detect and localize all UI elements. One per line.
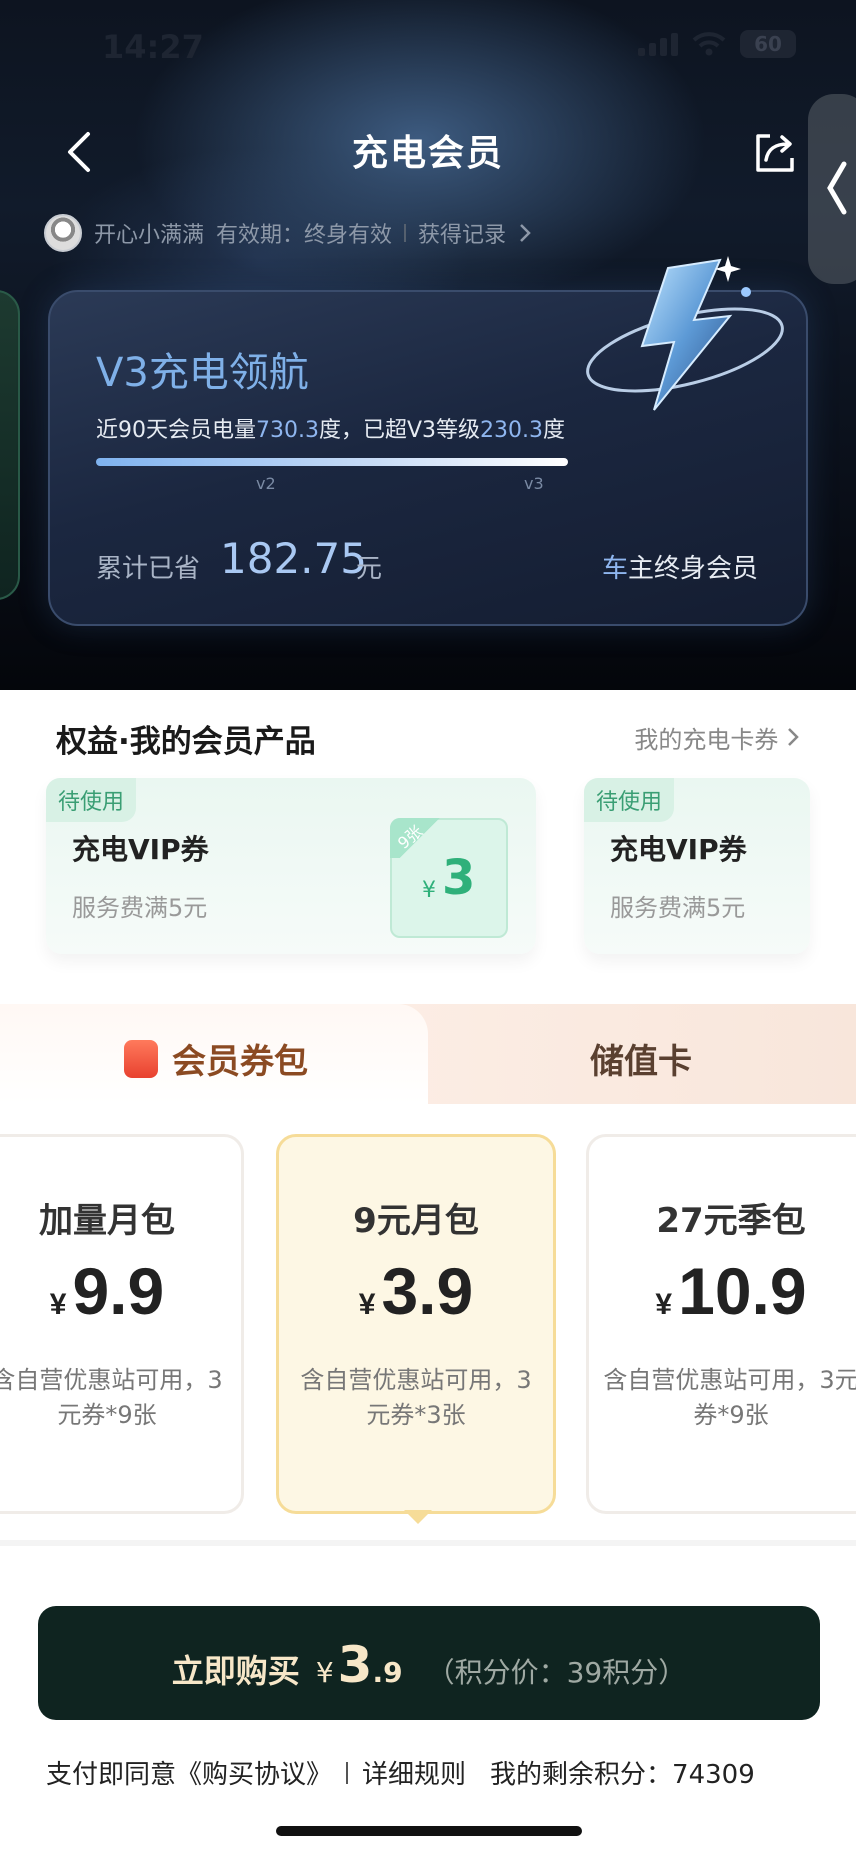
tab-stored-value-card[interactable]: 储值卡 (590, 1034, 692, 1083)
divider (404, 224, 407, 242)
package-price: ¥9.9 (0, 1253, 241, 1329)
buy-price-int: 3 (337, 1636, 373, 1694)
price-value: 3.9 (381, 1254, 474, 1328)
level-desc-suffix: 度 (543, 418, 566, 443)
buy-currency: ¥ (315, 1656, 334, 1689)
lightning-bolt-icon (586, 256, 784, 411)
currency-symbol: ¥ (49, 1288, 67, 1321)
marker-v2: v2 (256, 474, 276, 493)
saved-value: 182.75 (220, 534, 367, 583)
user-info-row: 开心小满满 有效期：终身有效 获得记录 (44, 214, 532, 252)
package-price: ¥3.9 (279, 1253, 553, 1329)
marker-v3: v3 (524, 474, 544, 493)
currency-symbol: ¥ (358, 1288, 376, 1321)
coupon-desc: 服务费满5元 (610, 894, 746, 922)
chevron-right-icon (520, 224, 531, 242)
page-title: 充电会员 (351, 133, 504, 174)
level-title: V3充电领航 (96, 350, 309, 396)
level-desc-prefix: 近90天会员电量 (96, 418, 256, 443)
avatar (44, 214, 82, 252)
coupon-desc: 服务费满5元 (72, 894, 208, 922)
buy-points-text: （积分价：39积分） (426, 1656, 687, 1689)
status-time: 14:27 (102, 28, 204, 66)
membership-prefix: 车 (601, 554, 628, 584)
divider (0, 1540, 856, 1546)
chevron-left-icon (827, 161, 847, 215)
remaining-points: 我的剩余积分：74309 (490, 1760, 755, 1790)
package-desc: 含自营优惠站可用，3元券*9张 (0, 1366, 223, 1429)
exceed-value: 230.3 (480, 418, 544, 443)
coupon-name: 充电VIP券 (610, 833, 747, 866)
tab-label: 会员券包 (172, 1042, 308, 1082)
status-icons: 60 (638, 30, 796, 58)
previous-level-card[interactable] (0, 290, 20, 600)
coupon-currency: ¥ (422, 878, 436, 903)
my-coupons-label: 我的充电卡券 (634, 726, 779, 754)
package-price: ¥10.9 (589, 1253, 856, 1329)
chevron-right-icon (788, 728, 799, 746)
package-card-selected[interactable]: 9元月包 ¥3.9 含自营优惠站可用，3元券*3张 (276, 1134, 556, 1514)
rules-link[interactable]: 详细规则 (362, 1754, 466, 1791)
footer-row: 支付即同意《购买协议》 详细规则 我的剩余积分：74309 (46, 1754, 755, 1791)
level-description: 近90天会员电量730.3度，已超V3等级230.3度 (96, 412, 565, 444)
package-name: 加量月包 (39, 1201, 175, 1241)
wifi-icon (692, 32, 726, 56)
package-card[interactable]: 27元季包 ¥10.9 含自营优惠站可用，3元券*9张 (586, 1134, 856, 1514)
price-value: 10.9 (678, 1254, 807, 1328)
battery-icon: 60 (740, 30, 796, 58)
coupon-status-tag: 待使用 (584, 778, 675, 822)
package-name: 9元月包 (353, 1201, 479, 1241)
package-desc: 含自营优惠站可用，3元券*3张 (300, 1366, 532, 1429)
red-packet-icon (124, 1039, 158, 1078)
record-link[interactable]: 获得记录 (418, 217, 506, 249)
buy-now-button[interactable]: 立即购买 ¥ 3 .9 （积分价：39积分） (38, 1606, 820, 1720)
level-progress-bar (96, 458, 568, 466)
coupon-status-tag: 待使用 (46, 778, 137, 822)
membership-type: 车主终身会员 (602, 548, 758, 585)
tab-member-coupons-label[interactable]: 会员券包 (124, 1034, 308, 1083)
coupon-ticket: 9张 ¥ 3 (390, 818, 508, 938)
buy-price-dec: .9 (372, 1656, 403, 1689)
user-name: 开心小满满 (94, 223, 205, 248)
saved-label: 累计已省 (96, 554, 201, 584)
saved-unit: 元 (356, 554, 383, 584)
validity-text: 有效期：终身有效 (216, 223, 393, 248)
usage-value: 730.3 (256, 418, 319, 443)
coupon-card[interactable]: 待使用 充电VIP券 服务费满5元 9张 ¥ 3 (46, 778, 536, 954)
membership-rest: 主终身会员 (627, 554, 758, 584)
benefits-title: 权益·我的会员产品 (56, 724, 316, 760)
selection-pointer-icon (404, 1510, 432, 1524)
coupon-value: 3 (442, 850, 476, 906)
my-coupons-link[interactable]: 我的充电卡券 (634, 720, 800, 755)
buy-label: 立即购买 (171, 1652, 300, 1690)
package-desc: 含自营优惠站可用，3元券*9张 (603, 1366, 856, 1429)
coupon-name: 充电VIP券 (72, 833, 209, 866)
signal-icon (638, 32, 678, 56)
home-indicator (276, 1826, 582, 1836)
purchase-agreement-link[interactable]: 支付即同意《购买协议》 (46, 1754, 332, 1791)
coupon-card[interactable]: 待使用 充电VIP券 服务费满5元 (584, 778, 810, 954)
package-name: 27元季包 (656, 1201, 806, 1241)
package-card[interactable]: 加量月包 ¥9.9 含自营优惠站可用，3元券*9张 (0, 1134, 244, 1514)
price-value: 9.9 (72, 1254, 165, 1328)
side-drawer-handle[interactable] (808, 94, 856, 284)
level-desc-mid: 度，已超V3等级 (318, 418, 481, 443)
divider (346, 1761, 349, 1784)
share-icon[interactable] (750, 128, 798, 176)
currency-symbol: ¥ (655, 1288, 673, 1321)
